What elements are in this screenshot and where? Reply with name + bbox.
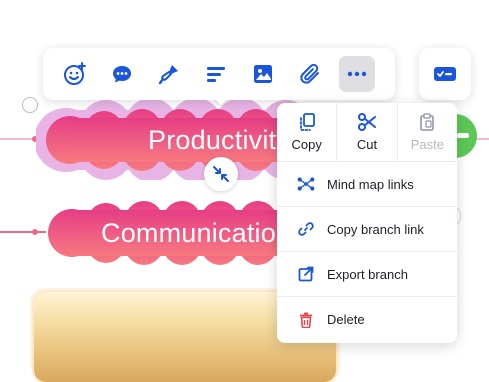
collapse-arrows-icon [213,166,229,182]
cut-button[interactable]: Cut [337,103,398,161]
comment-button[interactable] [104,56,140,92]
image-button[interactable] [245,56,281,92]
menu-item-label: Copy branch link [327,221,424,237]
menu-item-label: Mind map links [327,176,414,192]
paste-button[interactable]: Paste [398,103,457,161]
menu-item-label: Export branch [327,266,408,282]
scissors-icon [357,113,376,131]
copy-label: Copy [291,137,322,152]
connector-dot [32,229,38,235]
link-icon [298,222,314,236]
cut-label: Cut [356,137,378,152]
emoji-icon [64,62,86,85]
trash-icon [300,312,312,328]
toolbar-pointer [214,98,228,106]
emoji-button[interactable] [57,56,93,92]
attachment-icon [300,63,319,84]
delete-item[interactable]: Delete [277,297,457,342]
text-format-button[interactable] [198,56,234,92]
style-button[interactable] [151,56,187,92]
copy-icon [299,113,315,131]
context-menu: Copy Cut Paste Mind map links Copy branc… [277,103,457,343]
task-icon [434,67,456,81]
copy-button[interactable]: Copy [277,103,338,161]
paste-icon [420,113,435,131]
paste-label: Paste [410,137,444,152]
export-branch-item[interactable]: Export branch [277,252,457,297]
task-button[interactable] [419,48,471,100]
comment-icon [113,66,131,83]
node-toolbar [43,48,395,100]
copy-branch-link-item[interactable]: Copy branch link [277,207,457,252]
paint-brush-icon [158,65,178,85]
menu-item-label: Delete [327,312,365,327]
clipboard-actions: Copy Cut Paste [277,103,457,162]
collapse-toggle-button[interactable] [204,157,238,191]
text-format-icon [207,67,225,82]
mind-map-links-item[interactable]: Mind map links [277,162,457,207]
attachment-button[interactable] [292,56,328,92]
image-icon [254,65,272,83]
more-icon [347,71,367,77]
export-icon [298,266,314,282]
connector-line [0,231,46,233]
more-button[interactable] [339,56,375,92]
mind-map-links-icon [297,177,315,191]
topic-label: Communication [101,217,292,248]
